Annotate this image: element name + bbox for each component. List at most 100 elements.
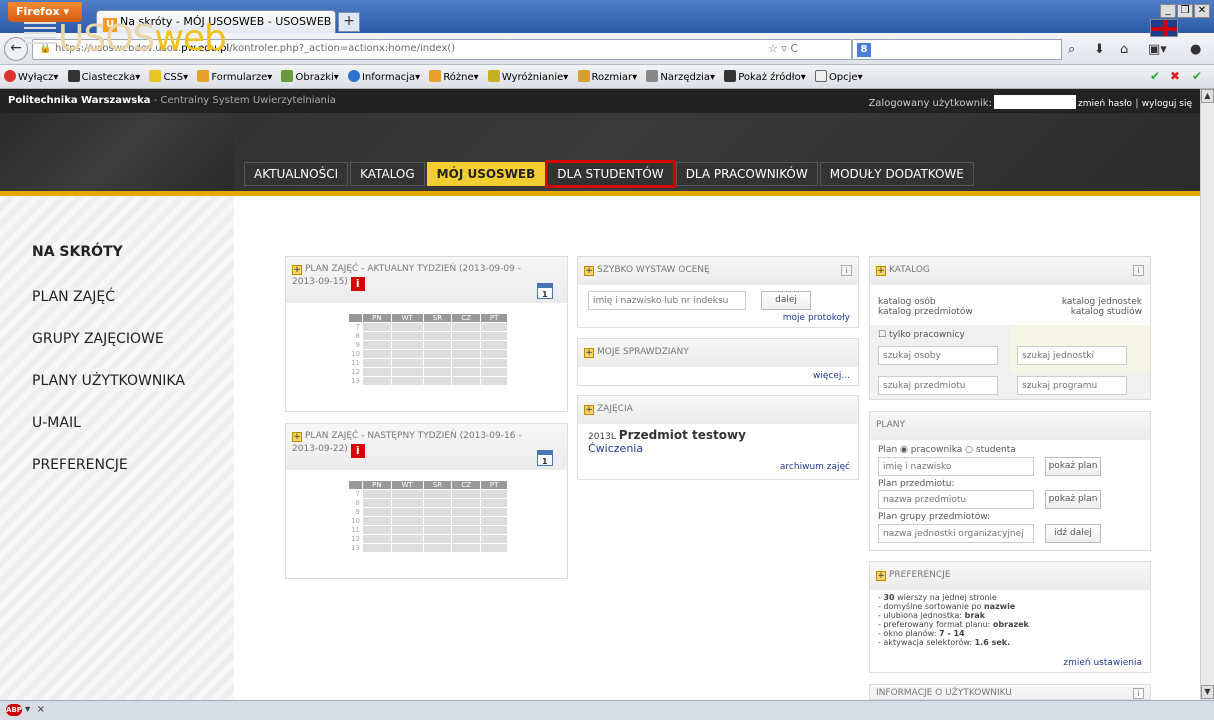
toolbar-item[interactable]: CSS▾	[149, 70, 188, 83]
course-type-link[interactable]: Ćwiczenia	[588, 442, 643, 455]
pref-line: - domyślne sortowanie po nazwie	[878, 602, 1016, 611]
preferences-header: + PREFERENCJE	[870, 562, 1150, 590]
web-developer-toolbar: Wyłącz▾ Ciasteczka▾ CSS▾ Formularze▾ Obr…	[0, 65, 1214, 89]
calendar-icon[interactable]: 1	[537, 450, 553, 466]
close-addon-bar-icon[interactable]: ×	[37, 704, 45, 715]
persons-catalog-link[interactable]: katalog osób	[878, 297, 936, 307]
menu-moj-usosweb[interactable]: MÓJ USOSWEB	[426, 162, 546, 186]
employees-only-checkbox[interactable]: ☐ tylko pracownicy	[878, 330, 965, 340]
restore-icon[interactable]: ❐	[1177, 4, 1193, 18]
toolbar-item[interactable]: Obrazki▾	[281, 70, 339, 83]
vertical-scrollbar[interactable]: ▲ ▼	[1200, 89, 1214, 700]
new-tab-button[interactable]: +	[338, 12, 360, 32]
pref-line: - aktywacja selektorów: 1.6 sek.	[878, 638, 1011, 647]
toolbar-item[interactable]: Rozmiar▾	[577, 70, 637, 83]
validate-icon[interactable]: ✔	[1192, 69, 1202, 83]
my-protocols-link[interactable]: moje protokoły	[783, 313, 850, 323]
sidebar-item-grupy-zajeciowe[interactable]: GRUPY ZAJĘCIOWE	[32, 331, 164, 347]
plan-grid[interactable]: PN WT ŚR CZ PT 7 8 9 10 11 12 13	[348, 480, 508, 553]
toolbar-item[interactable]: Pokaż źródło▾	[724, 70, 806, 83]
change-password-link[interactable]: zmień hasło	[1078, 99, 1132, 109]
plan-subject-input[interactable]	[878, 490, 1034, 509]
studies-catalog-link[interactable]: katalog studiów	[1071, 307, 1142, 317]
expand-icon[interactable]: +	[584, 405, 594, 415]
forms-icon	[197, 70, 210, 82]
show-subject-plan-button[interactable]: pokaż plan	[1045, 490, 1101, 509]
close-icon[interactable]: ✕	[1194, 4, 1210, 18]
course-line: 2013L Przedmiot testowy	[588, 428, 746, 442]
resize-icon	[577, 70, 590, 82]
search-subject-input[interactable]	[878, 376, 998, 395]
more-link[interactable]: więcej...	[813, 371, 850, 381]
status-bar: ABP ▾ ×	[0, 700, 1214, 720]
addon-icon[interactable]: ●	[1190, 42, 1201, 57]
expand-icon[interactable]: +	[292, 432, 302, 442]
next-button[interactable]: dalej	[761, 291, 811, 310]
plan-current-week-header: + PLAN ZAJĘĆ - AKTUALNY TYDZIEŃ (2013-09-…	[286, 257, 567, 303]
expand-icon[interactable]: +	[584, 348, 594, 358]
toolbar-item[interactable]: Wyłącz▾	[4, 70, 58, 83]
check-ok-icon[interactable]: ✔	[1150, 69, 1160, 83]
toolbar-item[interactable]: Informacja▾	[347, 70, 420, 83]
english-flag-icon[interactable]	[1150, 19, 1178, 37]
expand-icon[interactable]: +	[292, 265, 302, 275]
classes-archive-link[interactable]: archiwum zajęć	[780, 462, 850, 472]
search-program-input[interactable]	[1017, 376, 1127, 395]
bookmark-star-icon[interactable]: ☆ ▿ C	[768, 42, 798, 55]
plan-grid[interactable]: PN WT ŚR CZ PT 7 8 9 10 11 12 13	[348, 313, 508, 386]
change-settings-link[interactable]: zmień ustawienia	[1063, 658, 1142, 668]
info-icon[interactable]: i	[841, 265, 852, 276]
toolbar-item[interactable]: Opcje▾	[814, 70, 863, 83]
scroll-up-icon[interactable]: ▲	[1201, 89, 1214, 103]
menu-aktualnosci[interactable]: AKTUALNOŚCI	[244, 162, 349, 186]
minimize-icon[interactable]: _	[1160, 4, 1176, 18]
student-search-input[interactable]	[588, 291, 746, 310]
toolbar-item[interactable]: Narzędzia▾	[646, 70, 715, 83]
search-person-input[interactable]	[878, 346, 998, 365]
menu-dla-pracownikow[interactable]: DLA PRACOWNIKÓW	[675, 162, 818, 186]
subjects-catalog-link[interactable]: katalog przedmiotów	[878, 307, 973, 317]
radio-employee[interactable]: ◉ pracownika	[900, 445, 962, 455]
toolbar-item[interactable]: Różne▾	[429, 70, 479, 83]
usosweb-logo[interactable]: USOSweb	[24, 18, 227, 59]
show-plan-button[interactable]: pokaż plan	[1045, 457, 1101, 476]
logout-link[interactable]: wyloguj się	[1142, 99, 1192, 109]
group-plan-label: Plan grupy przedmiotów:	[878, 512, 991, 522]
bookmarks-icon[interactable]: ▣▾	[1148, 42, 1167, 57]
info-alert-icon[interactable]: i	[350, 277, 365, 291]
download-icon[interactable]: ⬇	[1094, 42, 1105, 57]
menu-katalog[interactable]: KATALOG	[350, 162, 425, 186]
toolbar-item[interactable]: Formularze▾	[197, 70, 272, 83]
error-icon[interactable]: ✖	[1170, 69, 1180, 83]
toolbar-item[interactable]: Wyróżnianie▾	[487, 70, 568, 83]
radio-student[interactable]: ○ studenta	[965, 445, 1016, 455]
info-alert-icon[interactable]: i	[350, 444, 365, 458]
adblock-icon[interactable]: ABP	[6, 704, 22, 716]
units-catalog-link[interactable]: katalog jednostek	[1062, 297, 1142, 307]
info-icon[interactable]: i	[1133, 265, 1144, 276]
info-icon[interactable]: i	[1133, 688, 1144, 699]
menu-dla-studentow[interactable]: DLA STUDENTÓW	[545, 160, 676, 188]
home-icon[interactable]: ⌂	[1120, 42, 1128, 57]
sidebar	[0, 196, 234, 700]
classes-box: + ZAJĘCIA 2013L Przedmiot testowy Ćwiczen…	[577, 395, 859, 480]
expand-icon[interactable]: +	[876, 266, 886, 276]
scroll-down-icon[interactable]: ▼	[1201, 685, 1214, 699]
expand-icon[interactable]: +	[876, 571, 886, 581]
calendar-icon[interactable]: 1	[537, 283, 553, 299]
search-bar[interactable]: 8	[852, 39, 1062, 60]
sidebar-item-plan-zajec[interactable]: PLAN ZAJĘĆ	[32, 289, 115, 305]
plan-unit-input[interactable]	[878, 524, 1034, 543]
menu-moduly-dodatkowe[interactable]: MODUŁY DODATKOWE	[819, 162, 974, 186]
toolbar-item[interactable]: Ciasteczka▾	[67, 70, 140, 83]
plan-name-input[interactable]	[878, 457, 1034, 476]
expand-icon[interactable]: +	[584, 266, 594, 276]
site-top-bar: Politechnika Warszawska - Centralny Syst…	[0, 89, 1200, 113]
course-name[interactable]: Przedmiot testowy	[619, 428, 746, 442]
sidebar-item-u-mail[interactable]: U-MAIL	[32, 415, 81, 431]
sidebar-item-plany-uzytkownika[interactable]: PLANY UŻYTKOWNIKA	[32, 373, 185, 389]
go-next-button[interactable]: idź dalej	[1045, 524, 1101, 543]
sidebar-item-preferencje[interactable]: PREFERENCJE	[32, 457, 128, 473]
search-icon[interactable]: ⌕	[1068, 42, 1075, 57]
search-unit-input[interactable]	[1017, 346, 1127, 365]
